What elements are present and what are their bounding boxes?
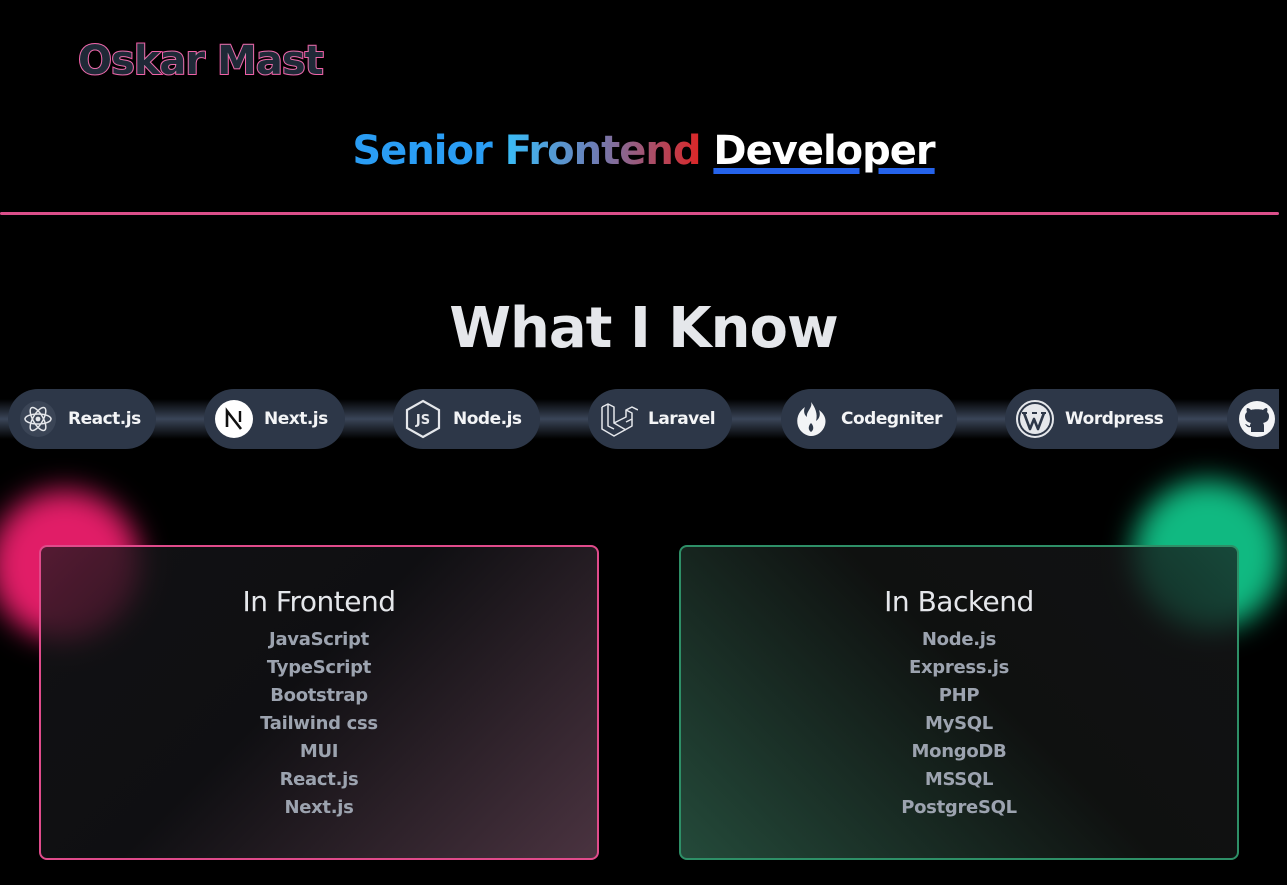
tech-pill-codeigniter[interactable]: Codegniter — [781, 389, 957, 449]
tech-pill-nextjs[interactable]: Next.js — [204, 389, 345, 449]
list-item: React.js — [279, 769, 359, 790]
list-item: Express.js — [908, 657, 1010, 678]
list-item: PHP — [938, 685, 980, 706]
react-icon — [18, 399, 58, 439]
tech-pill-wordpress[interactable]: Wordpress — [1005, 389, 1178, 449]
tech-label: Wordpress — [1065, 409, 1164, 429]
nextjs-icon — [214, 399, 254, 439]
tech-label: Next.js — [264, 409, 328, 429]
backend-card: In Backend Node.js Express.js PHP MySQL … — [679, 545, 1239, 860]
tagline-word-senior: Senior — [352, 128, 492, 174]
tech-strip: React.js Next.js JS Node.js Laravel Code… — [0, 389, 1279, 449]
tech-label: React.js — [68, 409, 141, 429]
tech-pill-github[interactable] — [1227, 389, 1279, 449]
page: Oskar Mast Senior Frontend Developer Wha… — [0, 0, 1287, 885]
backend-card-title: In Backend — [884, 585, 1034, 618]
list-item: Next.js — [284, 797, 354, 818]
tech-label: Codegniter — [841, 409, 943, 429]
tech-pill-react[interactable]: React.js — [8, 389, 156, 449]
frontend-card: In Frontend JavaScript TypeScript Bootst… — [39, 545, 599, 860]
hero-tagline: Senior Frontend Developer — [0, 128, 1287, 174]
tech-pill-nodejs[interactable]: JS Node.js — [393, 389, 540, 449]
tagline-word-frontend: Frontend — [504, 128, 702, 174]
list-item: JavaScript — [269, 629, 369, 650]
list-item: MSSQL — [924, 769, 994, 790]
list-item: Tailwind css — [260, 713, 378, 734]
tech-pill-laravel[interactable]: Laravel — [588, 389, 732, 449]
tagline-word-developer: Developer — [713, 128, 935, 174]
site-logo[interactable]: Oskar Mast — [77, 37, 325, 85]
backend-skill-list: Node.js Express.js PHP MySQL MongoDB MSS… — [681, 626, 1237, 822]
list-item: TypeScript — [266, 657, 372, 678]
tech-label: Node.js — [453, 409, 522, 429]
list-item: Bootstrap — [270, 685, 368, 706]
list-item: MySQL — [925, 713, 993, 734]
section-title: What I Know — [449, 296, 839, 361]
github-icon — [1237, 399, 1277, 439]
codeigniter-icon — [791, 399, 831, 439]
list-item: PostgreSQL — [901, 797, 1017, 818]
list-item: Node.js — [921, 629, 997, 650]
wordpress-icon — [1015, 399, 1055, 439]
nodejs-icon: JS — [403, 399, 443, 439]
svg-text:JS: JS — [415, 413, 430, 428]
tech-label: Laravel — [648, 409, 716, 429]
list-item: MUI — [299, 741, 339, 762]
laravel-icon — [598, 399, 638, 439]
header-divider — [0, 212, 1279, 215]
list-item: MongoDB — [911, 741, 1007, 762]
frontend-skill-list: JavaScript TypeScript Bootstrap Tailwind… — [41, 626, 597, 822]
frontend-card-title: In Frontend — [242, 585, 396, 618]
